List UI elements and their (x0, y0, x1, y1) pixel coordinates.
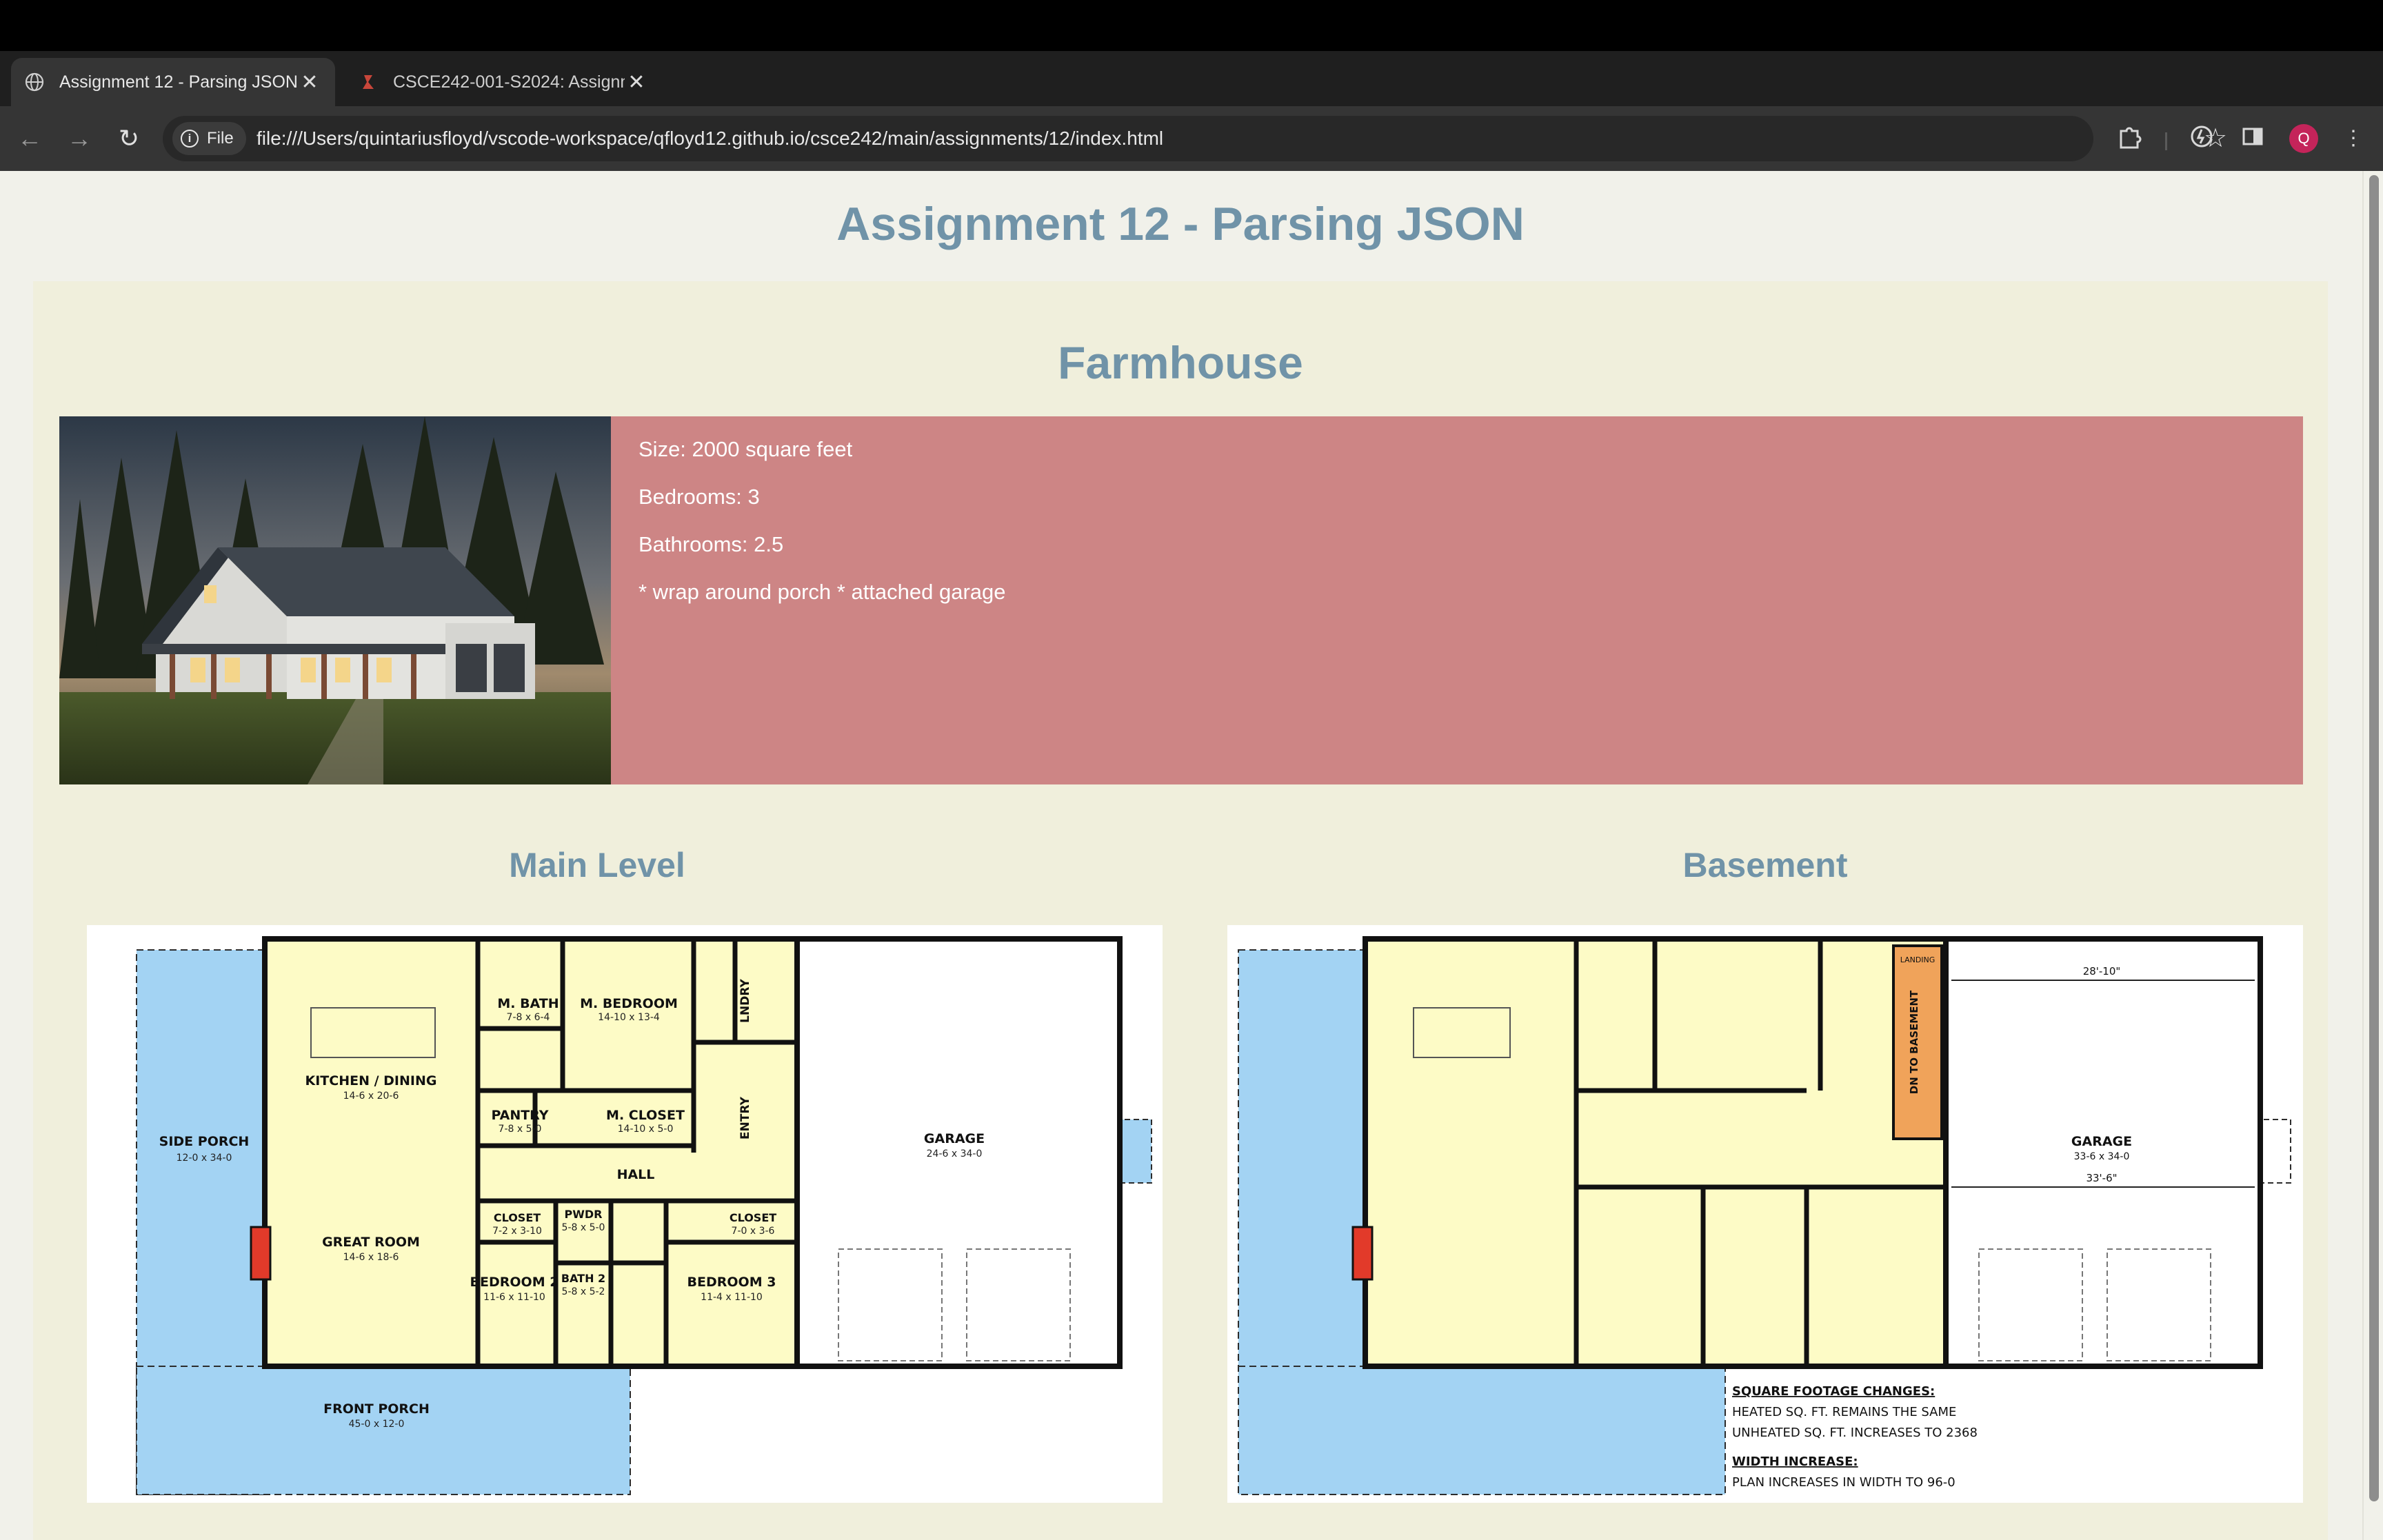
plan-label: KITCHEN / DINING (305, 1073, 437, 1088)
plan-label: CLOSET (730, 1211, 776, 1224)
browser-toolbar: ← → ↻ i File file:///Users/quintariusflo… (0, 106, 2383, 171)
plan-label: PANTRY (491, 1108, 548, 1123)
plan-label: M. CLOSET (606, 1108, 685, 1123)
plan-label: SIDE PORCH (159, 1134, 250, 1149)
plan-label: LNDRY (738, 978, 752, 1022)
plan-dimension: 33-6 x 34-0 (2074, 1151, 2130, 1162)
tab-csce242[interactable]: CSCE242-001-S2024: Assignment ✕ (345, 58, 662, 106)
extensions-icon[interactable] (2113, 123, 2145, 154)
plan-label: PWDR (565, 1208, 603, 1221)
house-bedrooms: Bedrooms: 3 (639, 485, 760, 509)
profile-avatar[interactable]: Q (2289, 124, 2318, 153)
back-icon[interactable]: ← (12, 121, 47, 156)
sq-ft-line-1: HEATED SQ. FT. REMAINS THE SAME (1732, 1405, 1956, 1419)
url-text[interactable]: file:///Users/quintariusfloyd/vscode-wor… (257, 116, 1163, 161)
plan-label: HALL (617, 1167, 655, 1182)
plan-label: DN TO BASEMENT (1908, 990, 1920, 1094)
plan-dimension: 14-10 x 13-4 (598, 1012, 660, 1023)
plan-dimension: 28'-10" (2083, 965, 2121, 977)
main-level-floor-plan: SIDE PORCH KITCHEN / DINING M. BATH M. B… (87, 925, 1163, 1503)
floor-plan-title-basement: Basement (1682, 846, 1848, 884)
close-tab-icon[interactable]: ✕ (625, 70, 648, 94)
plan-dimension: 33'-6" (2086, 1172, 2117, 1184)
page-scrollbar[interactable] (2362, 171, 2383, 1540)
house-name: Farmhouse (1058, 337, 1303, 388)
course-site-icon (363, 75, 374, 89)
basement-floor-plan: 28'-10" 33'-6" GARAGE 33-6 x 34-0 LANDIN… (1227, 925, 2303, 1503)
close-tab-icon[interactable]: ✕ (298, 70, 321, 94)
address-bar[interactable]: i File file:///Users/quintariusfloyd/vsc… (163, 116, 2227, 161)
plan-dimension: 7-8 x 5-0 (499, 1124, 542, 1135)
site-info-chip[interactable]: i File (172, 122, 246, 155)
plan-label: GARAGE (924, 1131, 985, 1146)
plan-dimension: 11-6 x 11-10 (483, 1292, 545, 1303)
sq-ft-line-2: UNHEATED SQ. FT. INCREASES TO 2368 (1732, 1426, 1978, 1440)
tab-assignment-12[interactable]: Assignment 12 - Parsing JSON ✕ (11, 58, 335, 106)
plan-dimension: 5-8 x 5-2 (562, 1286, 605, 1297)
plan-dimension: 7-0 x 3-6 (732, 1226, 775, 1237)
house-features: * wrap around porch * attached garage (639, 580, 1006, 604)
plan-dimension: 45-0 x 12-0 (349, 1419, 405, 1430)
floor-plan-title-main-level: Main Level (509, 846, 685, 884)
plan-label: ENTRY (738, 1096, 752, 1139)
page-viewport: Assignment 12 - Parsing JSON Farmhouse S… (0, 171, 2383, 1540)
width-line: PLAN INCREASES IN WIDTH TO 96-0 (1732, 1475, 1955, 1490)
house-bathrooms: Bathrooms: 2.5 (639, 532, 784, 556)
forward-icon[interactable]: → (62, 121, 97, 156)
page-title: Assignment 12 - Parsing JSON (836, 198, 1525, 250)
plan-dimension: 7-8 x 6-4 (507, 1012, 550, 1023)
plan-label: GREAT ROOM (322, 1235, 420, 1250)
plan-label: M. BEDROOM (580, 996, 678, 1011)
sq-ft-heading: SQUARE FOOTAGE CHANGES: (1732, 1384, 1935, 1399)
plan-label: BATH 2 (561, 1272, 605, 1285)
plan-dimension: 14-10 x 5-0 (618, 1124, 674, 1135)
plan-label: LANDING (1900, 955, 1935, 964)
plan-label: BEDROOM 3 (687, 1275, 776, 1290)
scrollbar-thumb[interactable] (2369, 175, 2379, 1501)
plan-label: CLOSET (494, 1211, 541, 1224)
width-heading: WIDTH INCREASE: (1732, 1455, 1858, 1469)
house-card: Farmhouse Size: 2000 square feet Bedroom… (33, 281, 2328, 1540)
menu-icon[interactable]: ⋮ (2337, 123, 2369, 154)
plan-dimension: 12-0 x 34-0 (177, 1153, 232, 1164)
house-size: Size: 2000 square feet (639, 437, 853, 461)
house-details-panel: Size: 2000 square feet Bedrooms: 3 Bathr… (611, 416, 2303, 784)
plan-label: FRONT PORCH (323, 1401, 430, 1417)
performance-icon[interactable] (2186, 123, 2218, 154)
plan-dimension: 5-8 x 5-0 (562, 1222, 605, 1233)
plan-dimension: 14-6 x 18-6 (343, 1252, 399, 1263)
tab-title: Assignment 12 - Parsing JSON (59, 72, 298, 92)
tab-strip: Assignment 12 - Parsing JSON ✕ CSCE242-0… (0, 51, 2383, 148)
plan-label: GARAGE (2071, 1134, 2132, 1149)
sidepanel-icon[interactable] (2237, 123, 2269, 154)
info-icon: i (181, 130, 199, 148)
plan-dimension: 11-4 x 11-10 (701, 1292, 763, 1303)
plan-label: BEDROOM 2 (470, 1275, 559, 1290)
plan-label: M. BATH (497, 996, 559, 1011)
house-photo (59, 416, 611, 784)
plan-dimension: 14-6 x 20-6 (343, 1091, 399, 1102)
plan-dimension: 24-6 x 34-0 (927, 1148, 983, 1159)
tab-title: CSCE242-001-S2024: Assignment (393, 72, 625, 92)
reload-icon[interactable]: ↻ (112, 121, 146, 156)
globe-icon (25, 72, 44, 92)
system-menu-bar (0, 0, 2383, 51)
toolbar-divider (2165, 132, 2167, 150)
plan-dimension: 7-2 x 3-10 (492, 1226, 542, 1237)
file-chip-label: File (207, 129, 234, 148)
